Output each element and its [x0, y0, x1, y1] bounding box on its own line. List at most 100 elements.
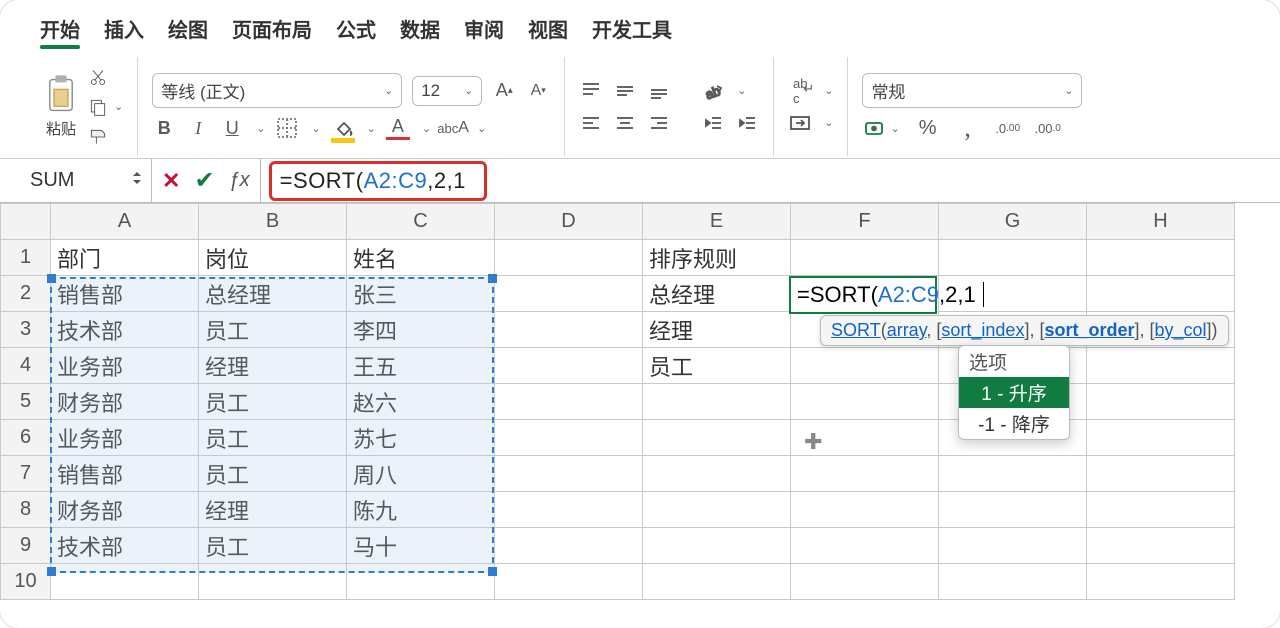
number-format-select[interactable]: 常规⌄	[862, 73, 1082, 108]
cell-C5[interactable]: 赵六	[347, 384, 495, 420]
format-painter-button[interactable]	[88, 127, 123, 147]
cell-E4[interactable]: 员工	[643, 348, 791, 384]
font-color-button[interactable]: A	[386, 116, 410, 140]
underline-button[interactable]: U	[220, 116, 244, 140]
merge-cells-button[interactable]	[788, 111, 812, 135]
worksheet[interactable]: ABCDEFGH1部门岗位姓名排序规则2销售部总经理张三总经理3技术部员工李四经…	[0, 203, 1280, 600]
cell-C4[interactable]: 王五	[347, 348, 495, 384]
row-header-10[interactable]: 10	[1, 564, 51, 600]
cell-H10[interactable]	[1087, 564, 1235, 600]
cell-A2[interactable]: 销售部	[51, 276, 199, 312]
cell-A3[interactable]: 技术部	[51, 312, 199, 348]
cell-D10[interactable]	[495, 564, 643, 600]
cell-E10[interactable]	[643, 564, 791, 600]
cell-E3[interactable]: 经理	[643, 312, 791, 348]
cancel-edit-button[interactable]: ✕	[162, 168, 180, 194]
row-header-8[interactable]: 8	[1, 492, 51, 528]
cell-C9[interactable]: 马十	[347, 528, 495, 564]
column-header-F[interactable]: F	[791, 204, 939, 240]
align-middle-icon[interactable]	[613, 79, 637, 103]
cell-A5[interactable]: 财务部	[51, 384, 199, 420]
cell-F1[interactable]	[791, 240, 939, 276]
decrease-indent-icon[interactable]	[701, 111, 725, 135]
align-left-icon[interactable]	[579, 111, 603, 135]
cell-inline-edit[interactable]: =SORT(A2:C9,2,1	[793, 279, 988, 311]
cell-G8[interactable]	[939, 492, 1087, 528]
cell-F5[interactable]	[791, 384, 939, 420]
cell-H6[interactable]	[1087, 420, 1235, 456]
cell-A7[interactable]: 销售部	[51, 456, 199, 492]
tab-插入[interactable]: 插入	[104, 14, 144, 43]
cell-F8[interactable]	[791, 492, 939, 528]
row-header-4[interactable]: 4	[1, 348, 51, 384]
decrease-decimal-button[interactable]: .00.0	[1036, 116, 1060, 140]
cell-C6[interactable]: 苏七	[347, 420, 495, 456]
formula-input[interactable]: =SORT(A2:C9,2,1	[261, 159, 1280, 202]
cell-A10[interactable]	[51, 564, 199, 600]
cell-H7[interactable]	[1087, 456, 1235, 492]
column-header-E[interactable]: E	[643, 204, 791, 240]
column-header-C[interactable]: C	[347, 204, 495, 240]
increase-indent-icon[interactable]	[735, 111, 759, 135]
function-arguments-tooltip[interactable]: SORT(array, [sort_index], [sort_order], …	[820, 315, 1229, 346]
row-header-6[interactable]: 6	[1, 420, 51, 456]
tab-开始[interactable]: 开始	[40, 14, 80, 43]
cell-F9[interactable]	[791, 528, 939, 564]
cell-G1[interactable]	[939, 240, 1087, 276]
cell-G7[interactable]	[939, 456, 1087, 492]
cell-B7[interactable]: 员工	[199, 456, 347, 492]
cell-G10[interactable]	[939, 564, 1087, 600]
tab-数据[interactable]: 数据	[400, 14, 440, 43]
cell-B9[interactable]: 员工	[199, 528, 347, 564]
cell-A8[interactable]: 财务部	[51, 492, 199, 528]
percent-button[interactable]: %	[916, 116, 940, 140]
row-header-9[interactable]: 9	[1, 528, 51, 564]
cell-A6[interactable]: 业务部	[51, 420, 199, 456]
cell-E7[interactable]	[643, 456, 791, 492]
cell-B1[interactable]: 岗位	[199, 240, 347, 276]
cell-F10[interactable]	[791, 564, 939, 600]
row-header-2[interactable]: 2	[1, 276, 51, 312]
cell-E9[interactable]	[643, 528, 791, 564]
cell-B10[interactable]	[199, 564, 347, 600]
cell-A1[interactable]: 部门	[51, 240, 199, 276]
insert-function-button[interactable]: ƒx	[229, 169, 250, 192]
cell-E1[interactable]: 排序规则	[643, 240, 791, 276]
tab-页面布局[interactable]: 页面布局	[232, 14, 312, 43]
cell-D9[interactable]	[495, 528, 643, 564]
font-name-select[interactable]: 等线 (正文)⌄	[152, 73, 402, 108]
row-header-3[interactable]: 3	[1, 312, 51, 348]
column-header-H[interactable]: H	[1087, 204, 1235, 240]
font-size-select[interactable]: 12⌄	[412, 76, 482, 106]
name-box-stepper-icon[interactable]	[129, 168, 145, 194]
column-header-D[interactable]: D	[495, 204, 643, 240]
cell-E5[interactable]	[643, 384, 791, 420]
cell-D4[interactable]	[495, 348, 643, 384]
row-header-7[interactable]: 7	[1, 456, 51, 492]
align-bottom-icon[interactable]	[647, 79, 671, 103]
cell-D2[interactable]	[495, 276, 643, 312]
decrease-font-icon[interactable]: A▾	[526, 79, 550, 103]
cell-D3[interactable]	[495, 312, 643, 348]
select-all-corner[interactable]	[1, 204, 51, 240]
cell-B4[interactable]: 经理	[199, 348, 347, 384]
italic-button[interactable]: I	[186, 116, 210, 140]
cell-E6[interactable]	[643, 420, 791, 456]
cell-D1[interactable]	[495, 240, 643, 276]
cell-H4[interactable]	[1087, 348, 1235, 384]
cell-B8[interactable]: 经理	[199, 492, 347, 528]
borders-button[interactable]	[275, 116, 299, 140]
name-box[interactable]: SUM	[22, 159, 152, 202]
sort-order-options-popup[interactable]: 选项1 - 升序-1 - 降序	[958, 345, 1070, 440]
align-top-icon[interactable]	[579, 79, 603, 103]
tab-公式[interactable]: 公式	[336, 14, 376, 43]
cell-F7[interactable]	[791, 456, 939, 492]
tab-绘图[interactable]: 绘图	[168, 14, 208, 43]
row-header-1[interactable]: 1	[1, 240, 51, 276]
cell-H2[interactable]	[1087, 276, 1235, 312]
cell-C10[interactable]	[347, 564, 495, 600]
cell-H8[interactable]	[1087, 492, 1235, 528]
phonetic-guide-button[interactable]: abcA	[441, 116, 465, 140]
orientation-button[interactable]: ab	[701, 79, 725, 103]
confirm-edit-button[interactable]: ✔	[194, 166, 214, 195]
